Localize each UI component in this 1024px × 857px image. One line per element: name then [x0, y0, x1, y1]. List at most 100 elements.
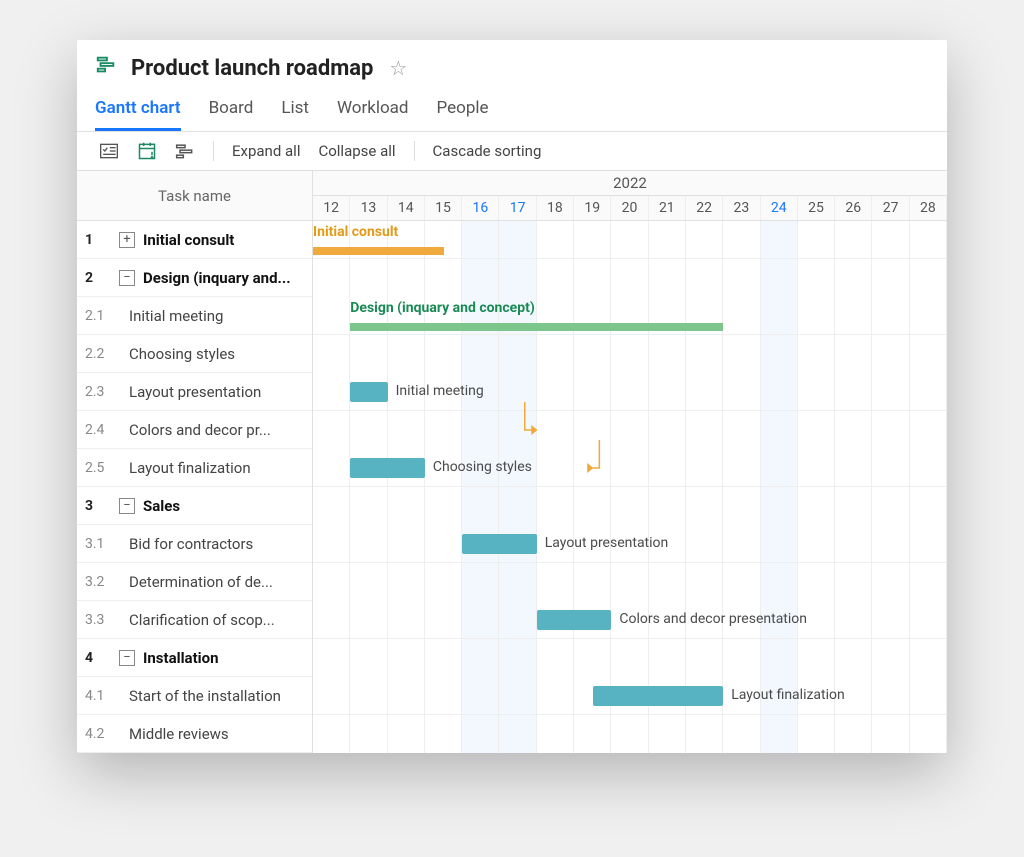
timeline-year: 2022: [313, 171, 947, 196]
page-title: Product launch roadmap: [131, 56, 373, 81]
group-title: Initial consult: [313, 224, 398, 240]
collapse-toggle-icon[interactable]: −: [119, 270, 135, 286]
task-row[interactable]: 3.2 Determination of de...: [77, 563, 312, 601]
task-label: Sales: [143, 497, 312, 515]
task-bar[interactable]: [350, 382, 387, 402]
tab-list[interactable]: List: [281, 92, 309, 131]
timeline-day[interactable]: 27: [872, 196, 909, 220]
task-label: Colors and decor pr...: [119, 421, 312, 439]
toolbar-separator: [213, 141, 214, 161]
task-label: Clarification of scop...: [119, 611, 312, 629]
collapse-all-button[interactable]: Collapse all: [314, 138, 399, 164]
task-number: 2: [85, 270, 111, 286]
group-bar[interactable]: [350, 323, 723, 331]
task-label: Layout finalization: [119, 459, 312, 477]
tab-workload[interactable]: Workload: [337, 92, 409, 131]
task-row[interactable]: 3.1 Bid for contractors: [77, 525, 312, 563]
task-label: Initial consult: [143, 231, 312, 249]
timeline-day[interactable]: 19: [574, 196, 611, 220]
task-number: 2.5: [85, 460, 111, 476]
task-bar[interactable]: [350, 458, 425, 478]
task-bar-label: Colors and decor presentation: [619, 611, 807, 627]
collapse-toggle-icon[interactable]: −: [119, 650, 135, 666]
group-bar[interactable]: [313, 247, 444, 255]
task-row[interactable]: 2.5 Layout finalization: [77, 449, 312, 487]
gantt-row: Design (inquary and concept): [313, 297, 947, 335]
task-number: 2.3: [85, 384, 111, 400]
task-row[interactable]: 2.3 Layout presentation: [77, 373, 312, 411]
task-number: 4.1: [85, 688, 111, 704]
task-row[interactable]: 4.1 Start of the installation: [77, 677, 312, 715]
task-label: Determination of de...: [119, 573, 312, 591]
task-bar-label: Choosing styles: [433, 459, 532, 475]
view-tabs: Gantt chart Board List Workload People: [77, 88, 947, 132]
task-row-group[interactable]: 2 − Design (inquary and...: [77, 259, 312, 297]
task-row[interactable]: 2.1 Initial meeting: [77, 297, 312, 335]
task-row-group[interactable]: 3 − Sales: [77, 487, 312, 525]
timeline-day[interactable]: 15: [425, 196, 462, 220]
task-list-panel: Task name 1 + Initial consult 2 − Design…: [77, 171, 313, 753]
timeline-day[interactable]: 23: [723, 196, 760, 220]
timeline-day[interactable]: 24: [761, 196, 798, 220]
gantt-logo-icon: [95, 54, 117, 82]
gantt-row: Layout finalization: [313, 677, 947, 715]
cascade-sorting-button[interactable]: Cascade sorting: [429, 138, 546, 164]
tab-board[interactable]: Board: [209, 92, 254, 131]
timeline-day[interactable]: 17: [499, 196, 536, 220]
app-window: Product launch roadmap ☆ Gantt chart Boa…: [77, 40, 947, 753]
task-label: Choosing styles: [119, 345, 312, 363]
timeline-days: 1213141516171819202122232425262728: [313, 196, 947, 220]
gantt-bars-icon[interactable]: [171, 139, 199, 163]
task-row-group[interactable]: 1 + Initial consult: [77, 221, 312, 259]
timeline-day[interactable]: 18: [537, 196, 574, 220]
task-label: Start of the installation: [119, 687, 312, 705]
task-number: 3.3: [85, 612, 111, 628]
task-label: Initial meeting: [119, 307, 312, 325]
expand-all-button[interactable]: Expand all: [228, 138, 304, 164]
task-bar[interactable]: [593, 686, 724, 706]
gantt-body: Initial consult Design (inquary and conce…: [313, 221, 947, 753]
gantt-row: Colors and decor presentation: [313, 601, 947, 639]
expand-toggle-icon[interactable]: +: [119, 232, 135, 248]
timeline-day[interactable]: 13: [350, 196, 387, 220]
timeline-day[interactable]: 20: [611, 196, 648, 220]
task-row-group[interactable]: 4 − Installation: [77, 639, 312, 677]
task-row[interactable]: 2.2 Choosing styles: [77, 335, 312, 373]
gantt-chart-panel: 2022 1213141516171819202122232425262728 …: [313, 171, 947, 753]
timeline-day[interactable]: 26: [835, 196, 872, 220]
gantt-grid: Task name 1 + Initial consult 2 − Design…: [77, 171, 947, 753]
timeline-day[interactable]: 21: [649, 196, 686, 220]
task-bar[interactable]: [537, 610, 612, 630]
task-label: Design (inquary and...: [143, 269, 312, 287]
task-number: 1: [85, 232, 111, 248]
task-number: 2.1: [85, 308, 111, 324]
task-label: Installation: [143, 649, 312, 667]
tab-gantt-chart[interactable]: Gantt chart: [95, 92, 181, 131]
timeline-day[interactable]: 25: [798, 196, 835, 220]
checklist-view-icon[interactable]: [95, 139, 123, 163]
gantt-row: Initial meeting: [313, 373, 947, 411]
favorite-star-icon[interactable]: ☆: [389, 56, 407, 80]
task-number: 4: [85, 650, 111, 666]
gantt-row: Choosing styles: [313, 449, 947, 487]
calendar-alert-icon[interactable]: [133, 139, 161, 163]
task-name-header: Task name: [77, 171, 312, 221]
task-label: Bid for contractors: [119, 535, 312, 553]
group-title: Design (inquary and concept): [350, 300, 534, 316]
task-number: 2.2: [85, 346, 111, 362]
timeline-header: 2022 1213141516171819202122232425262728: [313, 171, 947, 221]
task-row[interactable]: 2.4 Colors and decor pr...: [77, 411, 312, 449]
timeline-day[interactable]: 22: [686, 196, 723, 220]
collapse-toggle-icon[interactable]: −: [119, 498, 135, 514]
timeline-day[interactable]: 28: [910, 196, 947, 220]
gantt-row: Initial consult: [313, 221, 947, 259]
task-row[interactable]: 4.2 Middle reviews: [77, 715, 312, 753]
timeline-day[interactable]: 12: [313, 196, 350, 220]
gantt-toolbar: Expand all Collapse all Cascade sorting: [77, 132, 947, 171]
task-bar[interactable]: [462, 534, 537, 554]
timeline-day[interactable]: 16: [462, 196, 499, 220]
page-header: Product launch roadmap ☆: [77, 40, 947, 88]
timeline-day[interactable]: 14: [388, 196, 425, 220]
task-row[interactable]: 3.3 Clarification of scop...: [77, 601, 312, 639]
tab-people[interactable]: People: [437, 92, 489, 131]
